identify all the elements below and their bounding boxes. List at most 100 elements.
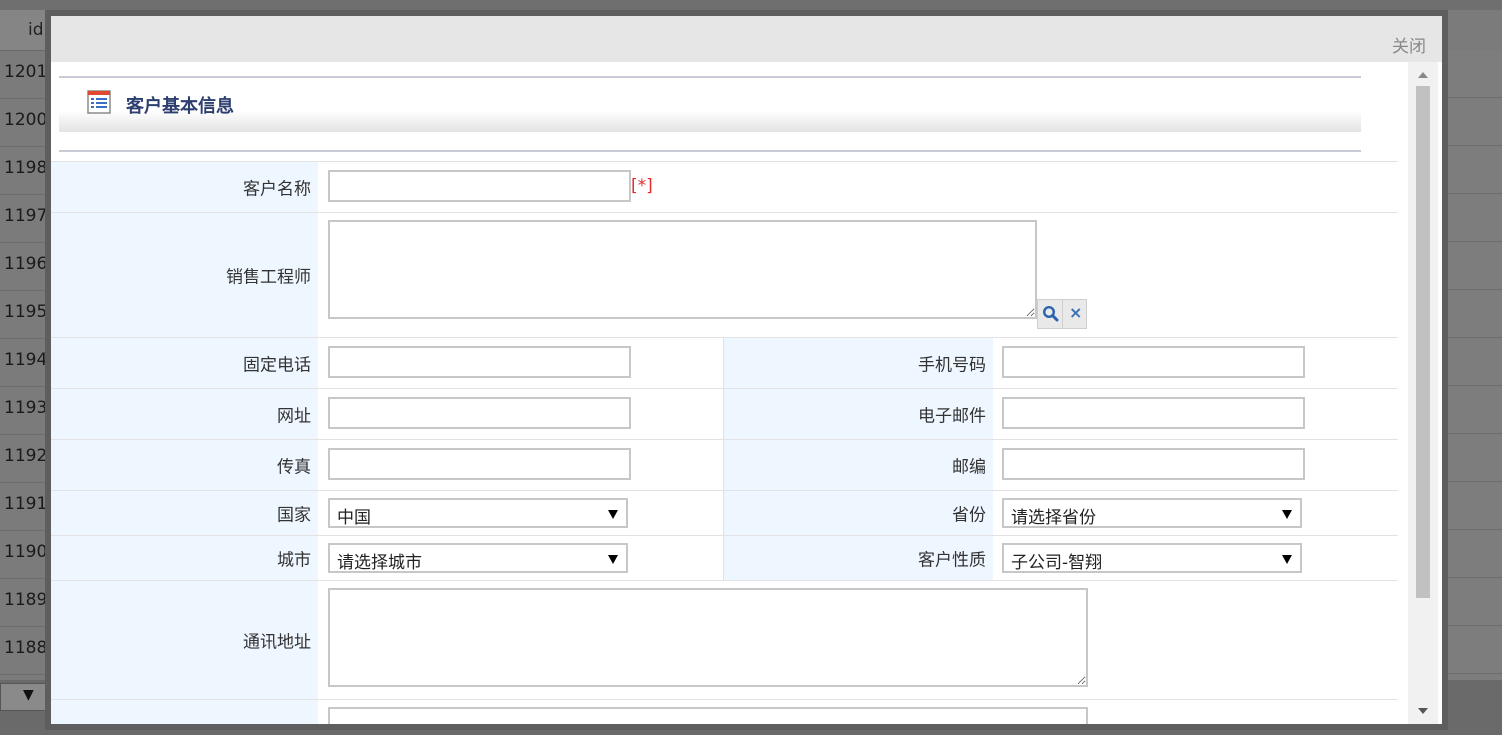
background-row-id: 1193 (4, 398, 48, 418)
background-row-id: 1188 (4, 638, 48, 658)
label-cell: 客户性质 (724, 536, 993, 580)
label-cell (51, 700, 318, 724)
row-city: 城市 请选择城市 客户性质 子公司-智翔 (51, 535, 1398, 580)
province-label: 省份 (952, 505, 986, 526)
background-cell (1447, 386, 1502, 434)
label-cell: 通讯地址 (51, 581, 318, 699)
website-input[interactable] (328, 397, 631, 429)
pager-size-dropdown: ▼ (0, 683, 46, 711)
customer-name-label: 客户名称 (243, 179, 311, 200)
label-cell: 国家 (51, 491, 318, 535)
label-cell: 传真 (51, 440, 318, 490)
background-cell (1447, 146, 1502, 194)
province-selected: 请选择省份 (1011, 508, 1096, 528)
background-cell (1447, 194, 1502, 242)
background-row-id: 1190 (4, 542, 48, 562)
country-select[interactable]: 中国 (328, 498, 628, 528)
pager-dropdown-arrow: ▼ (23, 687, 34, 703)
province-select[interactable]: 请选择省份 (1002, 498, 1302, 528)
row-web: 网址 电子邮件 (51, 388, 1398, 439)
dropdown-arrow-icon (1282, 555, 1292, 564)
list-icon (87, 90, 111, 114)
city-selected: 请选择城市 (337, 553, 422, 573)
address-label: 通讯地址 (243, 632, 311, 653)
background-cell (1447, 290, 1502, 338)
background-toolbar (0, 0, 1502, 10)
city-select[interactable]: 请选择城市 (328, 543, 628, 573)
scroll-thumb[interactable] (1416, 86, 1430, 598)
fax-input[interactable] (328, 448, 631, 480)
background-row-id: 1194 (4, 350, 48, 370)
label-cell: 销售工程师 (51, 213, 318, 337)
vertical-scrollbar[interactable] (1408, 62, 1438, 724)
city-label: 城市 (277, 550, 311, 571)
customer-type-selected: 子公司-智翔 (1011, 553, 1103, 573)
section-title: 客户基本信息 (126, 96, 234, 117)
background-cell (1447, 434, 1502, 482)
label-cell: 电子邮件 (724, 389, 993, 439)
clear-button[interactable]: × (1063, 300, 1087, 328)
label-cell: 客户名称 (51, 162, 318, 212)
customer-type-select[interactable]: 子公司-智翔 (1002, 543, 1302, 573)
country-selected: 中国 (337, 508, 371, 528)
search-button[interactable] (1038, 300, 1063, 328)
fax-label: 传真 (277, 457, 311, 478)
dropdown-arrow-icon (1282, 510, 1292, 519)
background-cell (1447, 50, 1502, 98)
background-row-id: 1200 (4, 110, 48, 130)
mobile-label: 手机号码 (918, 355, 986, 376)
customer-type-label: 客户性质 (918, 550, 986, 571)
background-row-id: 1189 (4, 590, 48, 610)
background-cell (1447, 98, 1502, 146)
landline-label: 固定电话 (243, 355, 311, 376)
row-phone: 固定电话 手机号码 (51, 337, 1398, 388)
background-cell (1447, 530, 1502, 578)
mobile-input[interactable] (1002, 346, 1305, 378)
dialog-titlebar: 关闭 (51, 16, 1442, 62)
row-next-partial (51, 699, 1398, 724)
close-button[interactable]: 关闭 (1392, 32, 1426, 57)
sales-engineer-actions: × (1037, 299, 1087, 329)
background-cell (1447, 242, 1502, 290)
arrow-up-icon (1418, 72, 1428, 78)
background-row-id: 1192 (4, 446, 48, 466)
customer-name-input[interactable] (328, 170, 631, 202)
background-row-id: 1201 (4, 62, 48, 82)
landline-input[interactable] (328, 346, 631, 378)
row-customer-name: 客户名称 [*] (51, 161, 1398, 212)
dropdown-arrow-icon (608, 555, 618, 564)
email-label: 电子邮件 (918, 406, 986, 427)
section-divider (59, 150, 1361, 152)
section-header: 客户基本信息 (59, 76, 1361, 132)
background-cell (1447, 626, 1502, 674)
address-textarea[interactable] (328, 588, 1088, 687)
background-row-id: 1191 (4, 494, 48, 514)
label-cell: 网址 (51, 389, 318, 439)
scroll-down-button[interactable] (1408, 700, 1438, 724)
sales-engineer-textarea[interactable] (328, 220, 1037, 319)
dropdown-arrow-icon (608, 510, 618, 519)
label-cell: 邮编 (724, 440, 993, 490)
sales-engineer-label: 销售工程师 (226, 267, 311, 288)
email-input[interactable] (1002, 397, 1305, 429)
required-mark: [*] (631, 176, 653, 196)
background-row-id: 1195 (4, 302, 48, 322)
partial-textarea[interactable] (328, 707, 1088, 724)
row-fax: 传真 邮编 (51, 439, 1398, 490)
background-cell (1447, 482, 1502, 530)
postcode-input[interactable] (1002, 448, 1305, 480)
label-cell: 省份 (724, 491, 993, 535)
label-cell: 城市 (51, 536, 318, 580)
column-header-id: id (28, 20, 44, 40)
row-sales-engineer: 销售工程师 × (51, 212, 1398, 337)
arrow-down-icon (1418, 708, 1428, 714)
postcode-label: 邮编 (952, 457, 986, 478)
search-icon (1042, 305, 1059, 322)
website-label: 网址 (277, 406, 311, 427)
background-cell (1447, 338, 1502, 386)
label-cell: 固定电话 (51, 338, 318, 388)
background-row-id: 1196 (4, 254, 48, 274)
scroll-up-button[interactable] (1408, 62, 1438, 86)
background-cell (1447, 578, 1502, 626)
label-cell: 手机号码 (724, 338, 993, 388)
